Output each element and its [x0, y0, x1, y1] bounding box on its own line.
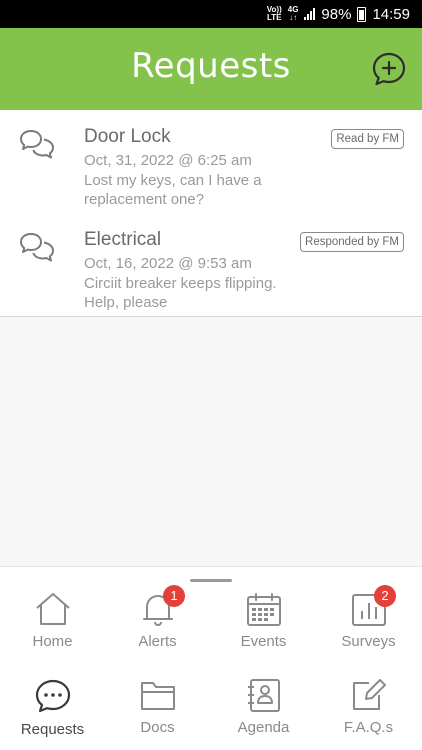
edit-note-icon	[352, 679, 386, 710]
battery-percent: 98%	[321, 5, 352, 23]
request-message: Circiit breaker keeps flipping. Help, pl…	[84, 275, 277, 311]
new-request-button[interactable]	[370, 50, 408, 88]
nav-alerts[interactable]: Alerts 1	[105, 585, 210, 650]
conversation-icon	[20, 233, 54, 262]
volte-indicator: Vo)) LTE	[266, 5, 282, 22]
nav-surveys-label: Surveys	[341, 633, 396, 650]
alerts-count-badge: 1	[163, 585, 185, 607]
nav-surveys[interactable]: Surveys 2	[316, 585, 421, 650]
app-header: Requests	[0, 28, 422, 110]
bottom-navigation: Home Alerts 1 Events Surveys 2 Requests …	[0, 566, 422, 750]
surveys-count-badge: 2	[374, 585, 396, 607]
page-title: Requests	[131, 46, 291, 86]
request-list: Door Lock Oct, 31, 2022 @ 6:25 am Lost m…	[0, 110, 422, 317]
nav-docs-label: Docs	[140, 719, 175, 736]
nav-agenda[interactable]: Agenda	[211, 677, 316, 736]
request-title: Electrical	[84, 229, 162, 250]
contacts-book-icon	[247, 679, 280, 712]
nav-faqs-label: F.A.Q.s	[343, 719, 394, 736]
signal-icon	[304, 8, 316, 20]
network-type-indicator: 4G ↓↑	[287, 5, 299, 22]
nav-agenda-label: Agenda	[237, 719, 290, 736]
clock: 14:59	[372, 5, 410, 23]
folder-icon	[140, 682, 175, 710]
add-chat-icon	[372, 52, 406, 86]
nav-events-label: Events	[240, 633, 287, 650]
nav-faqs[interactable]: F.A.Q.s	[316, 677, 421, 736]
battery-icon	[357, 6, 367, 22]
drawer-handle[interactable]	[190, 579, 232, 582]
status-badge: Responded by FM	[300, 232, 404, 252]
nav-home[interactable]: Home	[0, 591, 105, 650]
status-badge: Read by FM	[331, 129, 404, 149]
status-bar: Vo)) LTE 4G ↓↑ 98% 14:59	[0, 0, 422, 28]
request-message: Lost my keys, can I have a replacement o…	[84, 172, 262, 208]
nav-requests[interactable]: Requests	[0, 677, 105, 738]
calendar-icon	[246, 593, 281, 626]
nav-alerts-label: Alerts	[138, 633, 177, 650]
nav-events[interactable]: Events	[211, 591, 316, 650]
request-date: Oct, 16, 2022 @ 9:53 am	[84, 255, 252, 272]
nav-requests-label: Requests	[20, 721, 85, 738]
chat-bubble-icon	[35, 679, 70, 713]
request-date: Oct, 31, 2022 @ 6:25 am	[84, 152, 252, 169]
nav-home-label: Home	[32, 633, 73, 650]
home-icon	[35, 593, 70, 625]
request-item[interactable]: Door Lock Oct, 31, 2022 @ 6:25 am Lost m…	[0, 110, 422, 213]
conversation-icon	[20, 130, 54, 159]
request-title: Door Lock	[84, 126, 171, 147]
nav-docs[interactable]: Docs	[105, 677, 210, 736]
request-item[interactable]: Electrical Oct, 16, 2022 @ 9:53 am Circi…	[0, 213, 422, 316]
